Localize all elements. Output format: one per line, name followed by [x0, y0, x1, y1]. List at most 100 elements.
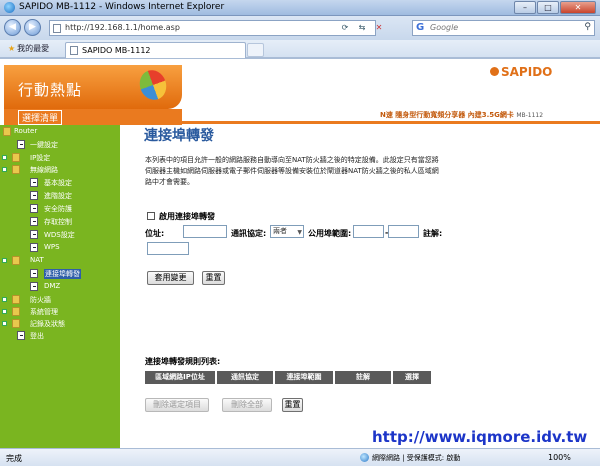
sidebar-item-label: NAT: [30, 256, 44, 264]
sidebar-item-label: 系統管理: [30, 308, 58, 316]
comment-input[interactable]: [147, 242, 189, 255]
sidebar-item-log-status[interactable]: 記錄及狀態: [0, 318, 120, 330]
brand-title: 行動熱點: [18, 81, 83, 99]
port-to-input[interactable]: [388, 225, 419, 238]
page-content: 行動熱點 選擇清單 SAPIDO N速 隨身型行動寬頻分享器 內建3.5G網卡 …: [0, 58, 600, 449]
sidebar-item-wps[interactable]: WPS: [0, 242, 120, 254]
sidebar-item-firewall[interactable]: 防火牆: [0, 294, 120, 306]
header-divider: [182, 121, 600, 124]
window-title: SAPIDO MB-1112 - Windows Internet Explor…: [19, 2, 225, 12]
balloon-logo-icon: [135, 66, 171, 104]
column-header-select: 選擇: [393, 371, 431, 384]
rule-list-title: 連接埠轉發規則列表:: [145, 357, 221, 366]
column-header-comment: 註解: [335, 371, 391, 384]
status-bar: 完成 網際網路 | 受保護模式: 啟動 100%: [0, 448, 600, 466]
enable-checkbox[interactable]: [147, 212, 155, 220]
sidebar-item-label: Router: [14, 127, 38, 135]
search-field[interactable]: G Google ⚲: [412, 20, 595, 36]
favorites-button[interactable]: ★ 我的最愛: [8, 43, 49, 54]
sidebar-item-basic[interactable]: 基本設定: [0, 177, 120, 189]
port-from-input[interactable]: [353, 225, 384, 238]
reset-button[interactable]: 重置: [202, 271, 225, 285]
tab-active[interactable]: SAPIDO MB-1112: [65, 42, 246, 58]
sidebar-item-quick-setup[interactable]: 一鍵設定: [0, 139, 120, 151]
page-description: 本列表中的項目允許一般的網路服務自動導向至NAT防火牆之後的特定設備。此設定只有…: [145, 156, 439, 186]
collapse-icon[interactable]: [2, 167, 7, 172]
sidebar-item-wds[interactable]: WDS設定: [0, 229, 120, 241]
stop-icon[interactable]: ✕: [372, 21, 386, 35]
tab-bar: ★ 我的最愛 SAPIDO MB-1112: [0, 40, 600, 58]
apply-button[interactable]: 套用變更: [147, 271, 194, 285]
internet-zone-icon: [360, 453, 369, 462]
search-icon[interactable]: ⚲: [584, 22, 591, 32]
sidebar-item-label: 安全防護: [44, 205, 72, 213]
sidebar-item-label: 存取控制: [44, 218, 72, 226]
refresh-icon[interactable]: ⟳: [338, 21, 352, 35]
new-tab-button[interactable]: [247, 43, 264, 57]
sidebar-item-advanced[interactable]: 進階設定: [0, 190, 120, 202]
sidebar-item-security[interactable]: 安全防護: [0, 203, 120, 215]
zoom-level[interactable]: 100%: [548, 453, 571, 462]
delete-selected-button[interactable]: 刪除選定項目: [145, 398, 209, 412]
favorites-label: 我的最愛: [17, 44, 50, 53]
page-icon: [30, 282, 38, 291]
sidebar-item-ip[interactable]: IP設定: [0, 152, 120, 164]
page-icon: [53, 24, 61, 33]
protocol-label: 通訊協定:: [231, 229, 267, 238]
port-range-label: 公用埠範圍:: [308, 229, 352, 238]
ie-logo-icon: [4, 2, 15, 13]
expand-icon[interactable]: [2, 321, 7, 326]
sidebar-item-label: 一鍵設定: [30, 141, 58, 149]
page-icon: [30, 269, 38, 278]
sidebar-item-system[interactable]: 系統管理: [0, 306, 120, 318]
sidebar-item-wireless[interactable]: 無線網路: [0, 164, 120, 176]
close-button[interactable]: ✕: [560, 1, 596, 14]
enable-label: 啟用連接埠轉發: [159, 212, 215, 221]
sidebar-item-label: 記錄及狀態: [30, 320, 65, 328]
sidebar-item-label: WPS: [44, 243, 60, 251]
main-panel: 連接埠轉發 本列表中的項目允許一般的網路服務自動導向至NAT防火牆之後的特定設備…: [120, 125, 600, 449]
column-header-ip: 區域網路IP位址: [145, 371, 215, 384]
sidebar-item-nat[interactable]: NAT: [0, 255, 120, 267]
tab-page-icon: [70, 46, 78, 55]
list-reset-button[interactable]: 重置: [282, 398, 303, 412]
forward-button[interactable]: ▶: [24, 19, 41, 36]
sidebar-item-dmz[interactable]: DMZ: [0, 281, 120, 293]
sidebar-item-router[interactable]: Router: [0, 126, 120, 138]
page-icon: [30, 243, 38, 252]
expand-icon[interactable]: [2, 155, 7, 160]
sidebar-item-port-forwarding[interactable]: 連接埠轉發: [0, 268, 120, 280]
search-placeholder: Google: [430, 23, 459, 32]
enable-row: 啟用連接埠轉發: [147, 211, 215, 222]
address-toolbar: ◀ ▶ http://192.168.1.1/home.asp ⟳ ⇆ ✕ G …: [0, 16, 600, 40]
page-title: 連接埠轉發: [144, 128, 214, 144]
expand-icon[interactable]: [2, 309, 7, 314]
sidebar-item-access-control[interactable]: 存取控制: [0, 216, 120, 228]
subtitle-text: N速 隨身型行動寬頻分享器 內建3.5G網卡: [380, 111, 514, 119]
sidebar-item-logout[interactable]: 登出: [0, 330, 120, 342]
sidebar-item-label: 無線網路: [30, 166, 58, 174]
sidebar-item-label: 連接埠轉發: [44, 269, 81, 279]
product-subtitle: N速 隨身型行動寬頻分享器 內建3.5G網卡 MB-1112: [380, 110, 543, 120]
ip-address-input[interactable]: [183, 225, 227, 238]
folder-open-icon: [3, 127, 11, 136]
security-zone[interactable]: 網際網路 | 受保護模式: 啟動: [372, 453, 460, 463]
protocol-select[interactable]: 兩者 ▼: [270, 225, 304, 238]
folder-icon: [12, 295, 20, 304]
address-url: http://192.168.1.1/home.asp: [65, 23, 180, 32]
collapse-icon[interactable]: [2, 258, 7, 263]
status-text: 完成: [6, 454, 22, 463]
logo-text: SAPIDO: [501, 65, 553, 79]
sidebar-item-label: WDS設定: [44, 231, 75, 239]
address-field[interactable]: http://192.168.1.1/home.asp: [49, 20, 376, 36]
delete-all-button[interactable]: 刪除全部: [222, 398, 272, 412]
sidebar-item-label: IP設定: [30, 154, 51, 162]
minimize-button[interactable]: –: [514, 1, 536, 14]
back-button[interactable]: ◀: [4, 19, 21, 36]
page-icon: [17, 331, 25, 340]
expand-icon[interactable]: [2, 297, 7, 302]
compat-icon[interactable]: ⇆: [355, 21, 369, 35]
folder-icon: [12, 153, 20, 162]
maximize-button[interactable]: □: [537, 1, 559, 14]
window-titlebar: SAPIDO MB-1112 - Windows Internet Explor…: [0, 0, 600, 16]
